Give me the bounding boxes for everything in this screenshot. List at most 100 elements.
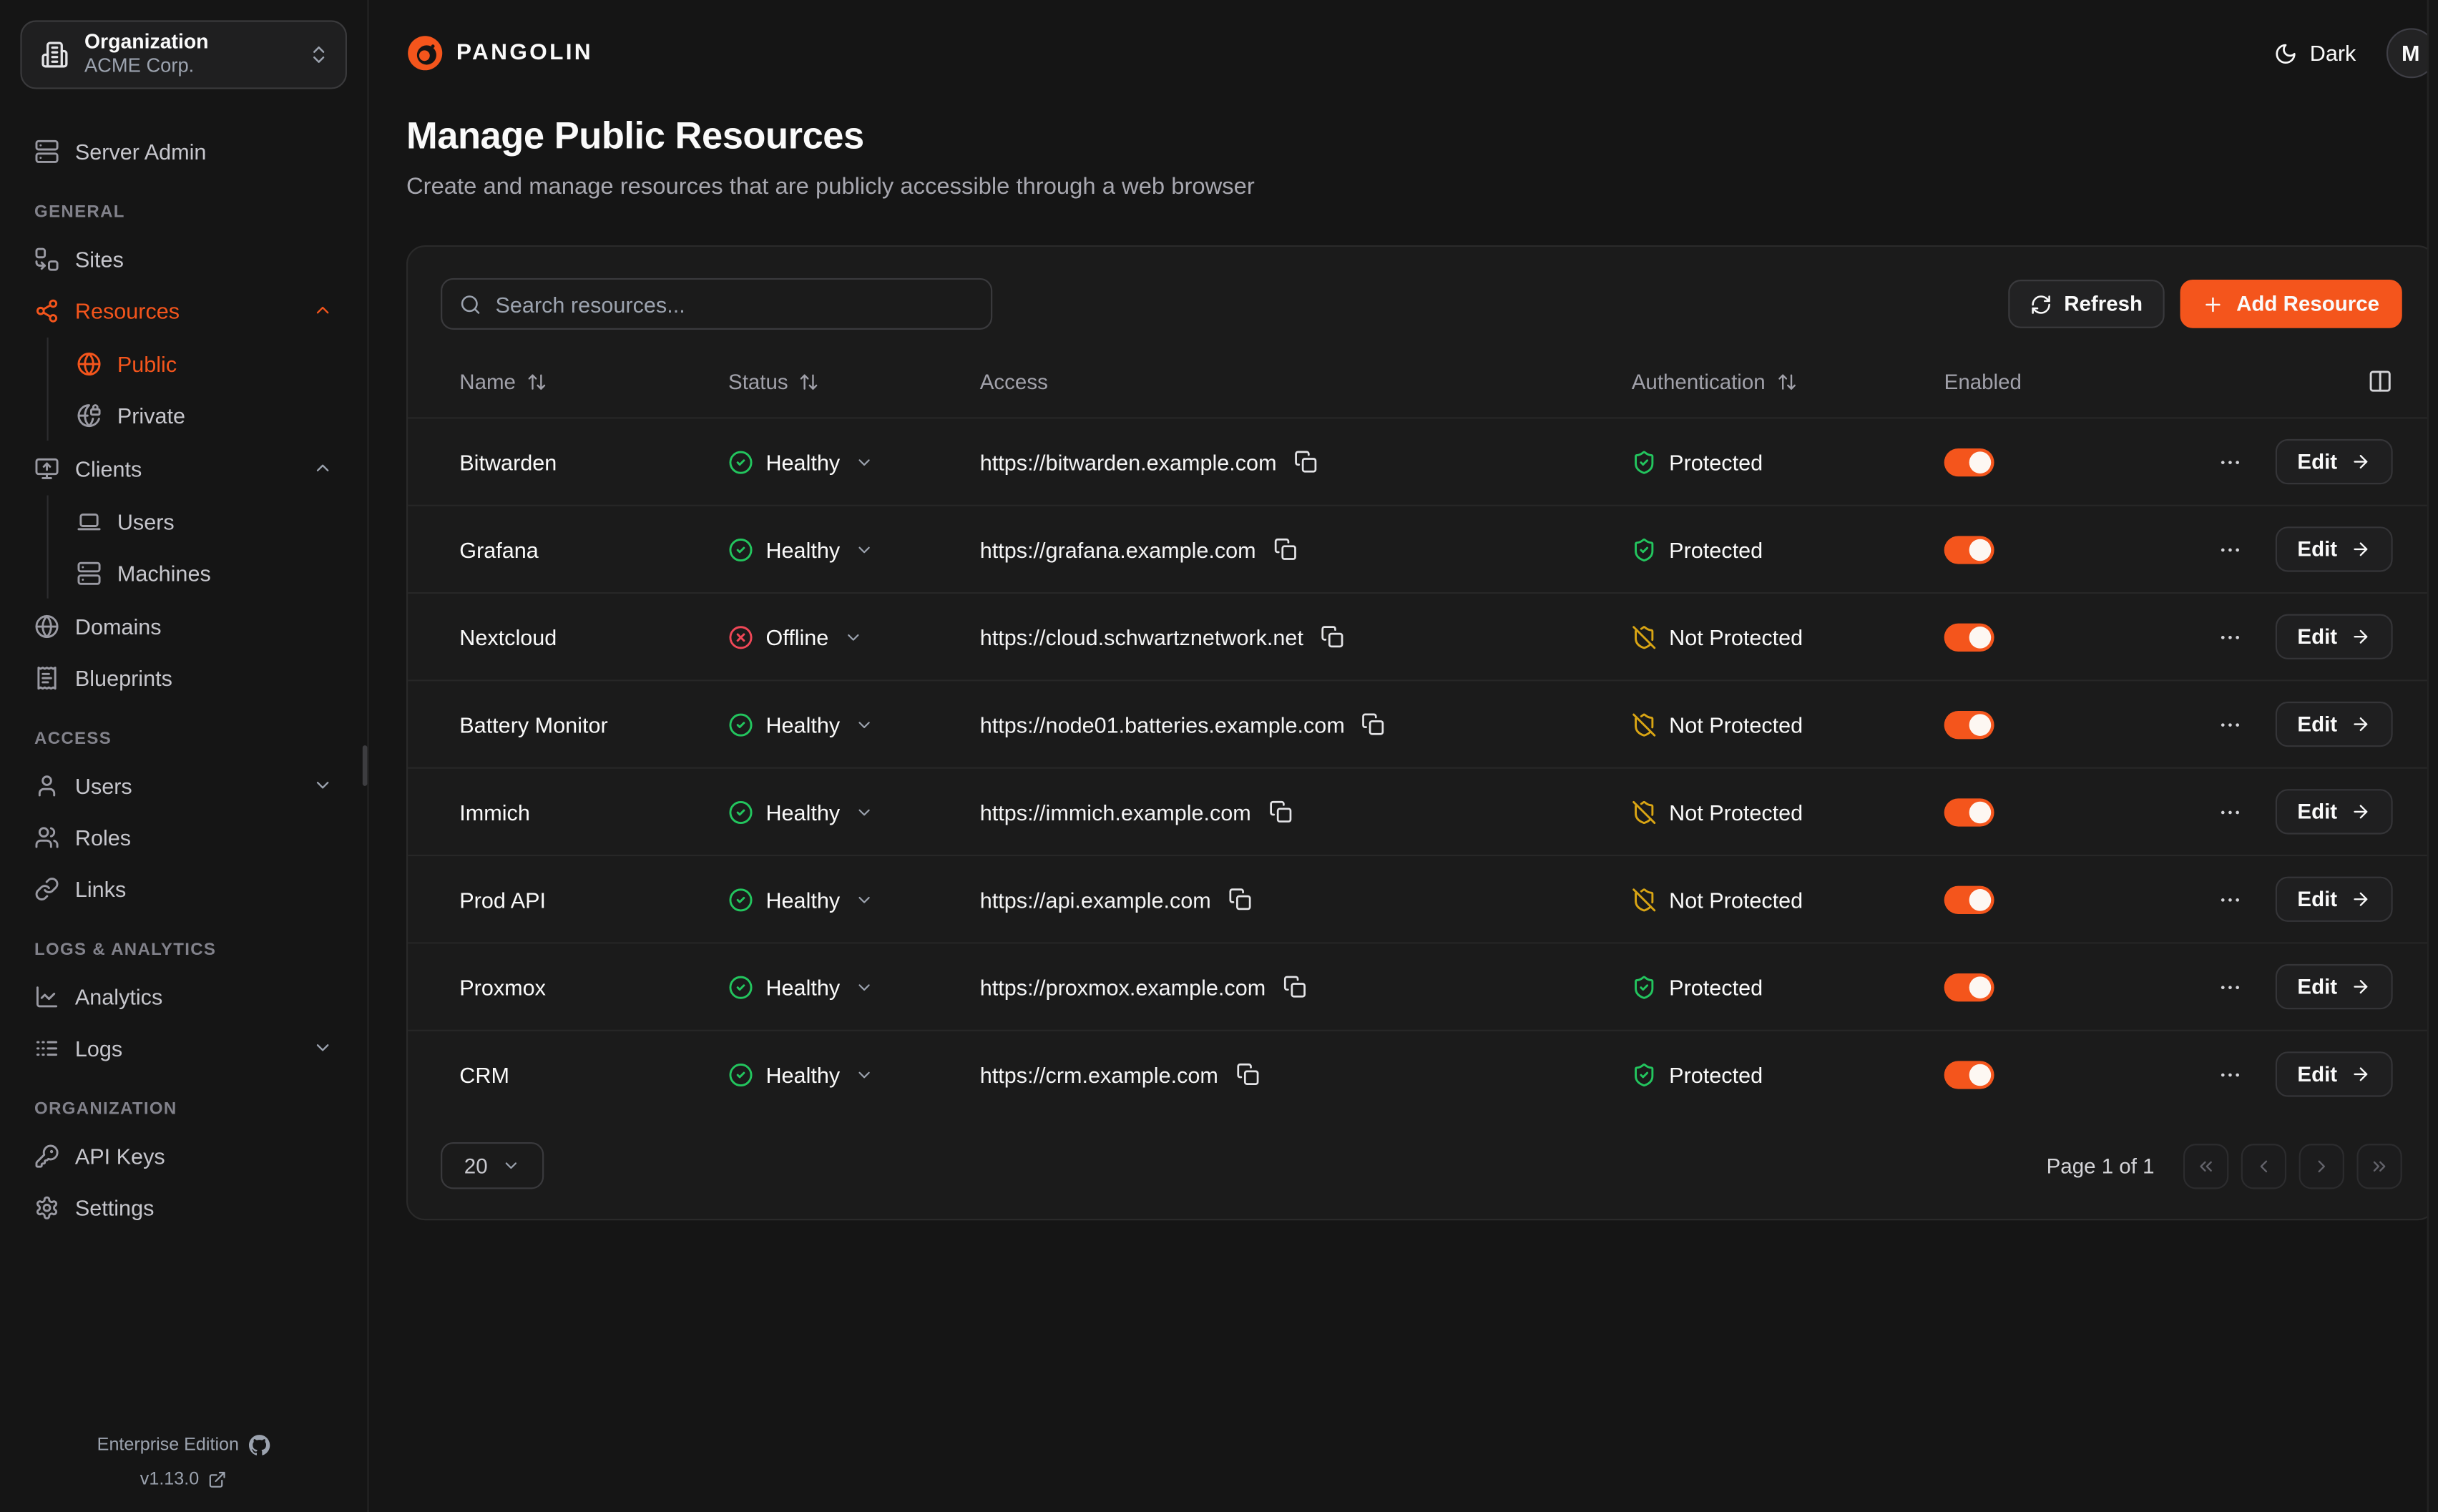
- brand-logo[interactable]: PANGOLIN: [406, 34, 593, 72]
- sidebar-item-analytics[interactable]: Analytics: [20, 971, 347, 1022]
- enabled-toggle[interactable]: [1944, 710, 1994, 738]
- more-actions-icon[interactable]: [2218, 624, 2243, 649]
- more-actions-icon[interactable]: [2218, 1061, 2243, 1086]
- status-dropdown[interactable]: Offline: [728, 624, 980, 649]
- row-actions: Edit: [2218, 526, 2434, 571]
- columns-icon[interactable]: [2367, 369, 2392, 394]
- copy-icon[interactable]: [1283, 975, 1306, 998]
- page-size-select[interactable]: 20: [441, 1142, 544, 1189]
- sidebar-item-label: Private: [117, 403, 185, 428]
- last-page-button[interactable]: [2356, 1143, 2401, 1188]
- enabled-toggle[interactable]: [1944, 623, 1994, 651]
- status-dropdown[interactable]: Healthy: [728, 536, 980, 561]
- window-scrollbar[interactable]: [2427, 0, 2438, 1512]
- more-actions-icon[interactable]: [2218, 536, 2243, 561]
- globe-icon: [34, 613, 59, 638]
- theme-toggle[interactable]: Dark: [2273, 41, 2356, 66]
- status-dropdown[interactable]: Healthy: [728, 449, 980, 474]
- status-dropdown[interactable]: Healthy: [728, 799, 980, 824]
- column-header-name[interactable]: Name: [459, 370, 728, 393]
- search-input[interactable]: [496, 291, 974, 316]
- status-dropdown[interactable]: Healthy: [728, 712, 980, 737]
- copy-icon[interactable]: [1294, 450, 1318, 473]
- toggle-knob: [1969, 713, 1992, 735]
- enabled-toggle[interactable]: [1944, 535, 1994, 563]
- more-actions-icon[interactable]: [2218, 449, 2243, 474]
- chevron-down-icon: [501, 1157, 520, 1175]
- sidebar-item-client-users[interactable]: Users: [62, 496, 347, 547]
- copy-icon[interactable]: [1228, 888, 1252, 911]
- status-dropdown[interactable]: Healthy: [728, 1061, 980, 1086]
- org-switcher[interactable]: Organization ACME Corp.: [20, 20, 347, 89]
- sidebar-item-public[interactable]: Public: [62, 338, 347, 389]
- healthy-icon: [728, 974, 753, 999]
- copy-icon[interactable]: [1362, 712, 1386, 736]
- copy-icon[interactable]: [1268, 800, 1292, 824]
- sidebar-item-server-admin[interactable]: Server Admin: [20, 125, 347, 177]
- auth-label: Protected: [1669, 974, 1763, 999]
- chevron-down-icon: [856, 1065, 874, 1084]
- next-page-button[interactable]: [2298, 1143, 2343, 1188]
- column-header-status[interactable]: Status: [728, 370, 980, 393]
- edit-button[interactable]: Edit: [2276, 702, 2392, 747]
- table-row: Nextcloud Offline https://cloud.schwartz…: [408, 592, 2434, 679]
- status-dropdown[interactable]: Healthy: [728, 974, 980, 999]
- chevron-down-icon: [313, 775, 333, 795]
- enabled-toggle[interactable]: [1944, 973, 1994, 1001]
- enabled-toggle[interactable]: [1944, 448, 1994, 476]
- sidebar-item-links[interactable]: Links: [20, 863, 347, 914]
- more-actions-icon[interactable]: [2218, 887, 2243, 912]
- refresh-button[interactable]: Refresh: [2008, 280, 2165, 328]
- sidebar-scrollbar-thumb[interactable]: [363, 745, 368, 786]
- arrow-right-icon: [2350, 802, 2370, 822]
- sidebar-item-clients[interactable]: Clients: [20, 442, 347, 494]
- sidebar-item-resources[interactable]: Resources: [20, 285, 347, 336]
- resources-subnav: Public Private: [47, 338, 347, 441]
- sidebar-item-api-keys[interactable]: API Keys: [20, 1129, 347, 1181]
- resource-name: Immich: [459, 799, 728, 824]
- sidebar-item-roles[interactable]: Roles: [20, 811, 347, 863]
- more-actions-icon[interactable]: [2218, 712, 2243, 737]
- receipt-icon: [34, 665, 59, 690]
- sidebar-item-blueprints[interactable]: Blueprints: [20, 652, 347, 703]
- enabled-toggle[interactable]: [1944, 1060, 1994, 1088]
- chevron-down-icon: [856, 802, 874, 821]
- prev-page-button[interactable]: [2241, 1143, 2286, 1188]
- add-resource-button[interactable]: Add Resource: [2180, 280, 2401, 328]
- sidebar-item-domains[interactable]: Domains: [20, 600, 347, 652]
- edit-button[interactable]: Edit: [2276, 964, 2392, 1009]
- edit-button[interactable]: Edit: [2276, 877, 2392, 922]
- moon-icon: [2273, 41, 2297, 65]
- column-header-actions: [2218, 369, 2434, 394]
- enabled-toggle[interactable]: [1944, 885, 1994, 913]
- edit-button[interactable]: Edit: [2276, 789, 2392, 834]
- version-row[interactable]: v1.13.0: [0, 1463, 367, 1497]
- enabled-toggle[interactable]: [1944, 797, 1994, 825]
- sort-icon: [799, 371, 819, 391]
- column-header-authentication[interactable]: Authentication: [1632, 370, 1944, 393]
- sidebar-item-logs[interactable]: Logs: [20, 1022, 347, 1074]
- edit-button[interactable]: Edit: [2276, 526, 2392, 571]
- sidebar-item-private[interactable]: Private: [62, 389, 347, 441]
- more-actions-icon[interactable]: [2218, 974, 2243, 999]
- github-icon: [248, 1434, 270, 1456]
- copy-icon[interactable]: [1235, 1063, 1259, 1086]
- edition-row[interactable]: Enterprise Edition: [0, 1428, 367, 1463]
- toggle-knob: [1969, 451, 1992, 473]
- copy-icon[interactable]: [1321, 625, 1344, 649]
- first-page-button[interactable]: [2183, 1143, 2228, 1188]
- edit-button[interactable]: Edit: [2276, 614, 2392, 659]
- sidebar-item-users[interactable]: Users: [20, 760, 347, 811]
- more-actions-icon[interactable]: [2218, 799, 2243, 824]
- edit-button[interactable]: Edit: [2276, 439, 2392, 484]
- sidebar-item-sites[interactable]: Sites: [20, 233, 347, 285]
- copy-icon[interactable]: [1273, 538, 1297, 561]
- edit-button[interactable]: Edit: [2276, 1051, 2392, 1096]
- status-dropdown[interactable]: Healthy: [728, 887, 980, 912]
- sidebar-item-machines[interactable]: Machines: [62, 547, 347, 599]
- resource-url: https://bitwarden.example.com: [980, 449, 1277, 474]
- sidebar-item-settings[interactable]: Settings: [20, 1182, 347, 1233]
- add-resource-label: Add Resource: [2236, 293, 2379, 316]
- chevrons-left-icon: [2195, 1156, 2215, 1176]
- row-actions: Edit: [2218, 789, 2434, 834]
